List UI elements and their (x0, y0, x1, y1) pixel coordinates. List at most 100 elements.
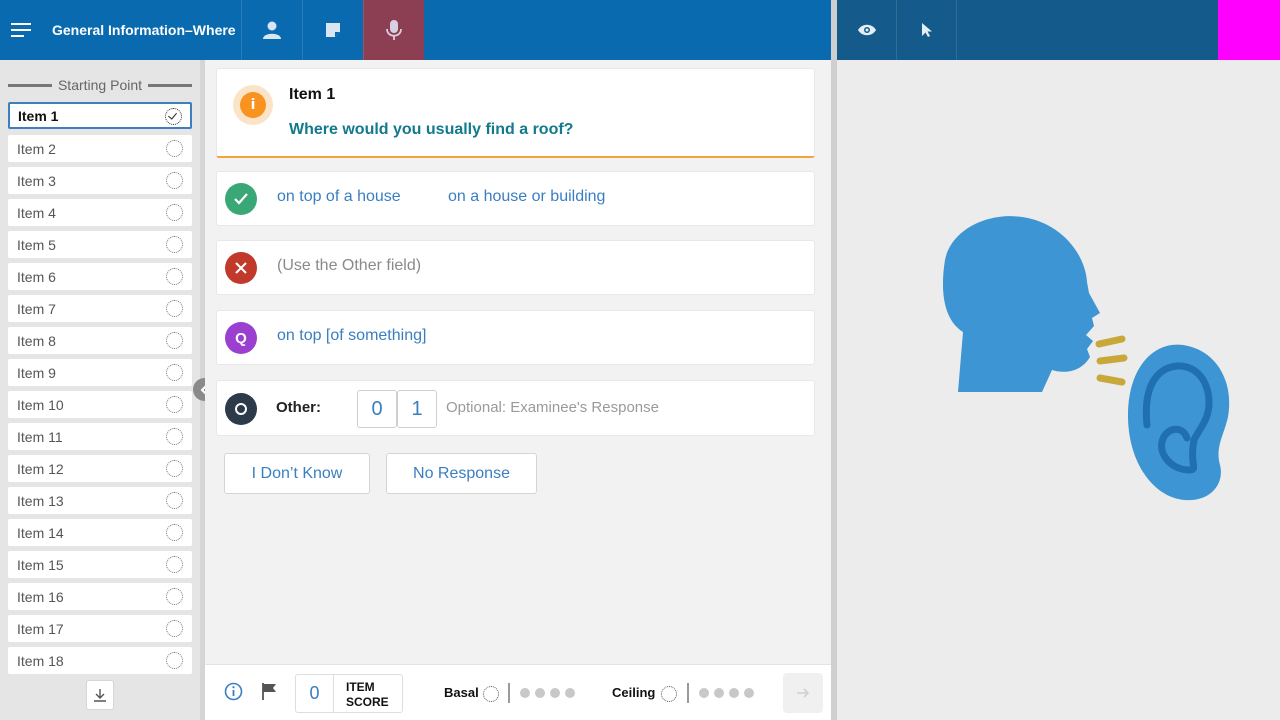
sidebar-item-10[interactable]: Item 10 (8, 391, 192, 418)
score-0-button[interactable]: 0 (357, 390, 397, 428)
other-label: Other: (276, 399, 321, 416)
sidebar-item-label: Item 2 (17, 140, 56, 157)
basal-status-icon (483, 686, 499, 702)
pending-status-icon (166, 588, 183, 605)
microphone-icon (386, 20, 402, 40)
eye-button[interactable] (837, 0, 897, 60)
microphone-button[interactable] (363, 0, 424, 60)
sidebar-item-14[interactable]: Item 14 (8, 519, 192, 546)
other-icon (225, 393, 257, 425)
sidebar-item-3[interactable]: Item 3 (8, 167, 192, 194)
examinee-response-input[interactable]: Optional: Examinee's Response (446, 399, 659, 416)
sidebar-item-label: Item 16 (17, 588, 64, 605)
download-button[interactable] (86, 680, 114, 710)
eye-icon (857, 24, 876, 36)
pending-status-icon (166, 492, 183, 509)
ceiling-dot (699, 688, 709, 698)
sidebar-item-label: Item 14 (17, 524, 64, 541)
pending-status-icon (166, 332, 183, 349)
basal-dot (550, 688, 560, 698)
correct-response-row[interactable]: on top of a house on a house or building (216, 171, 815, 226)
pending-status-icon (166, 556, 183, 573)
correct-option-1[interactable]: on top of a house (277, 188, 401, 206)
notes-button[interactable] (302, 0, 363, 60)
pending-status-icon (166, 652, 183, 669)
sidebar-item-label: Item 13 (17, 492, 64, 509)
item-sidebar: Starting Point Item 1 Item 2 Item 3 Item… (0, 60, 200, 720)
sidebar-item-12[interactable]: Item 12 (8, 455, 192, 482)
info-icon: i (233, 85, 273, 125)
ceiling-dot (744, 688, 754, 698)
sidebar-item-label: Item 4 (17, 204, 56, 221)
next-item-button[interactable] (783, 673, 823, 713)
incorrect-response-row[interactable]: (Use the Other field) (216, 240, 815, 295)
sidebar-item-label: Item 18 (17, 652, 64, 669)
page-title: General Information–Where (52, 22, 236, 38)
query-icon: Q (225, 322, 257, 354)
correct-option-2[interactable]: on a house or building (448, 188, 605, 206)
sidebar-item-17[interactable]: Item 17 (8, 615, 192, 642)
sidebar-item-label: Item 12 (17, 460, 64, 477)
pointer-button[interactable] (897, 0, 957, 60)
question-card: i Item 1 Where would you usually find a … (216, 68, 815, 158)
sidebar-item-label: Item 6 (17, 268, 56, 285)
cursor-icon (921, 23, 932, 37)
sidebar-item-4[interactable]: Item 4 (8, 199, 192, 226)
pending-status-icon (166, 396, 183, 413)
examinee-button[interactable] (241, 0, 302, 60)
pending-status-icon (166, 140, 183, 157)
check-icon (225, 183, 257, 215)
bottom-bar: 0 ITEM SCORE Basal Ceiling (205, 664, 831, 720)
pending-status-icon (166, 268, 183, 285)
no-response-button[interactable]: No Response (386, 453, 537, 494)
pending-status-icon (166, 460, 183, 477)
sidebar-item-label: Item 11 (17, 428, 63, 445)
pending-status-icon (166, 364, 183, 381)
question-text: Where would you usually find a roof? (289, 121, 574, 138)
ceiling-label: Ceiling (612, 685, 656, 700)
sidebar-item-2[interactable]: Item 2 (8, 135, 192, 162)
sidebar-item-18[interactable]: Item 18 (8, 647, 192, 674)
sidebar-item-6[interactable]: Item 6 (8, 263, 192, 290)
query-option[interactable]: on top [of something] (277, 327, 426, 345)
info-circle-icon (224, 682, 243, 701)
flag-button[interactable] (261, 682, 278, 706)
sidebar-item-15[interactable]: Item 15 (8, 551, 192, 578)
sidebar-item-label: Item 1 (18, 107, 59, 124)
sidebar-item-7[interactable]: Item 7 (8, 295, 192, 322)
menu-button[interactable] (0, 0, 42, 60)
dont-know-button[interactable]: I Don’t Know (224, 453, 370, 494)
sidebar-item-label: Item 9 (17, 364, 56, 381)
sidebar-item-9[interactable]: Item 9 (8, 359, 192, 386)
sidebar-item-8[interactable]: Item 8 (8, 327, 192, 354)
sidebar-item-label: Item 3 (17, 172, 56, 189)
scoring-panel: i Item 1 Where would you usually find a … (205, 60, 831, 664)
starting-point-label: Starting Point (57, 77, 143, 93)
download-icon (94, 689, 106, 702)
basal-dot (535, 688, 545, 698)
sidebar-item-16[interactable]: Item 16 (8, 583, 192, 610)
item-label: Item 1 (289, 86, 336, 103)
pending-status-icon (166, 236, 183, 253)
sidebar-item-13[interactable]: Item 13 (8, 487, 192, 514)
starting-point-header: Starting Point (8, 76, 192, 94)
sidebar-item-label: Item 8 (17, 332, 56, 349)
incorrect-hint: (Use the Other field) (277, 257, 422, 274)
other-response-row: Other: 0 1 Optional: Examinee's Response (216, 380, 815, 436)
close-icon (225, 252, 257, 284)
sidebar-item-1[interactable]: Item 1 (8, 102, 192, 129)
basal-label: Basal (444, 685, 479, 700)
score-1-button[interactable]: 1 (397, 390, 437, 428)
ceiling-status-icon (661, 686, 677, 702)
sidebar-item-11[interactable]: Item 11 (8, 423, 192, 450)
color-block (1218, 0, 1280, 60)
pending-status-icon (166, 204, 183, 221)
pending-status-icon (166, 172, 183, 189)
query-response-row[interactable]: Q on top [of something] (216, 310, 815, 365)
info-button[interactable] (224, 682, 243, 706)
basal-dot (520, 688, 530, 698)
speaking-head-listening-ear-illustration (942, 216, 1230, 501)
sidebar-item-5[interactable]: Item 5 (8, 231, 192, 258)
item-score-value: 0 (296, 675, 334, 712)
sidebar-item-label: Item 7 (17, 300, 56, 317)
